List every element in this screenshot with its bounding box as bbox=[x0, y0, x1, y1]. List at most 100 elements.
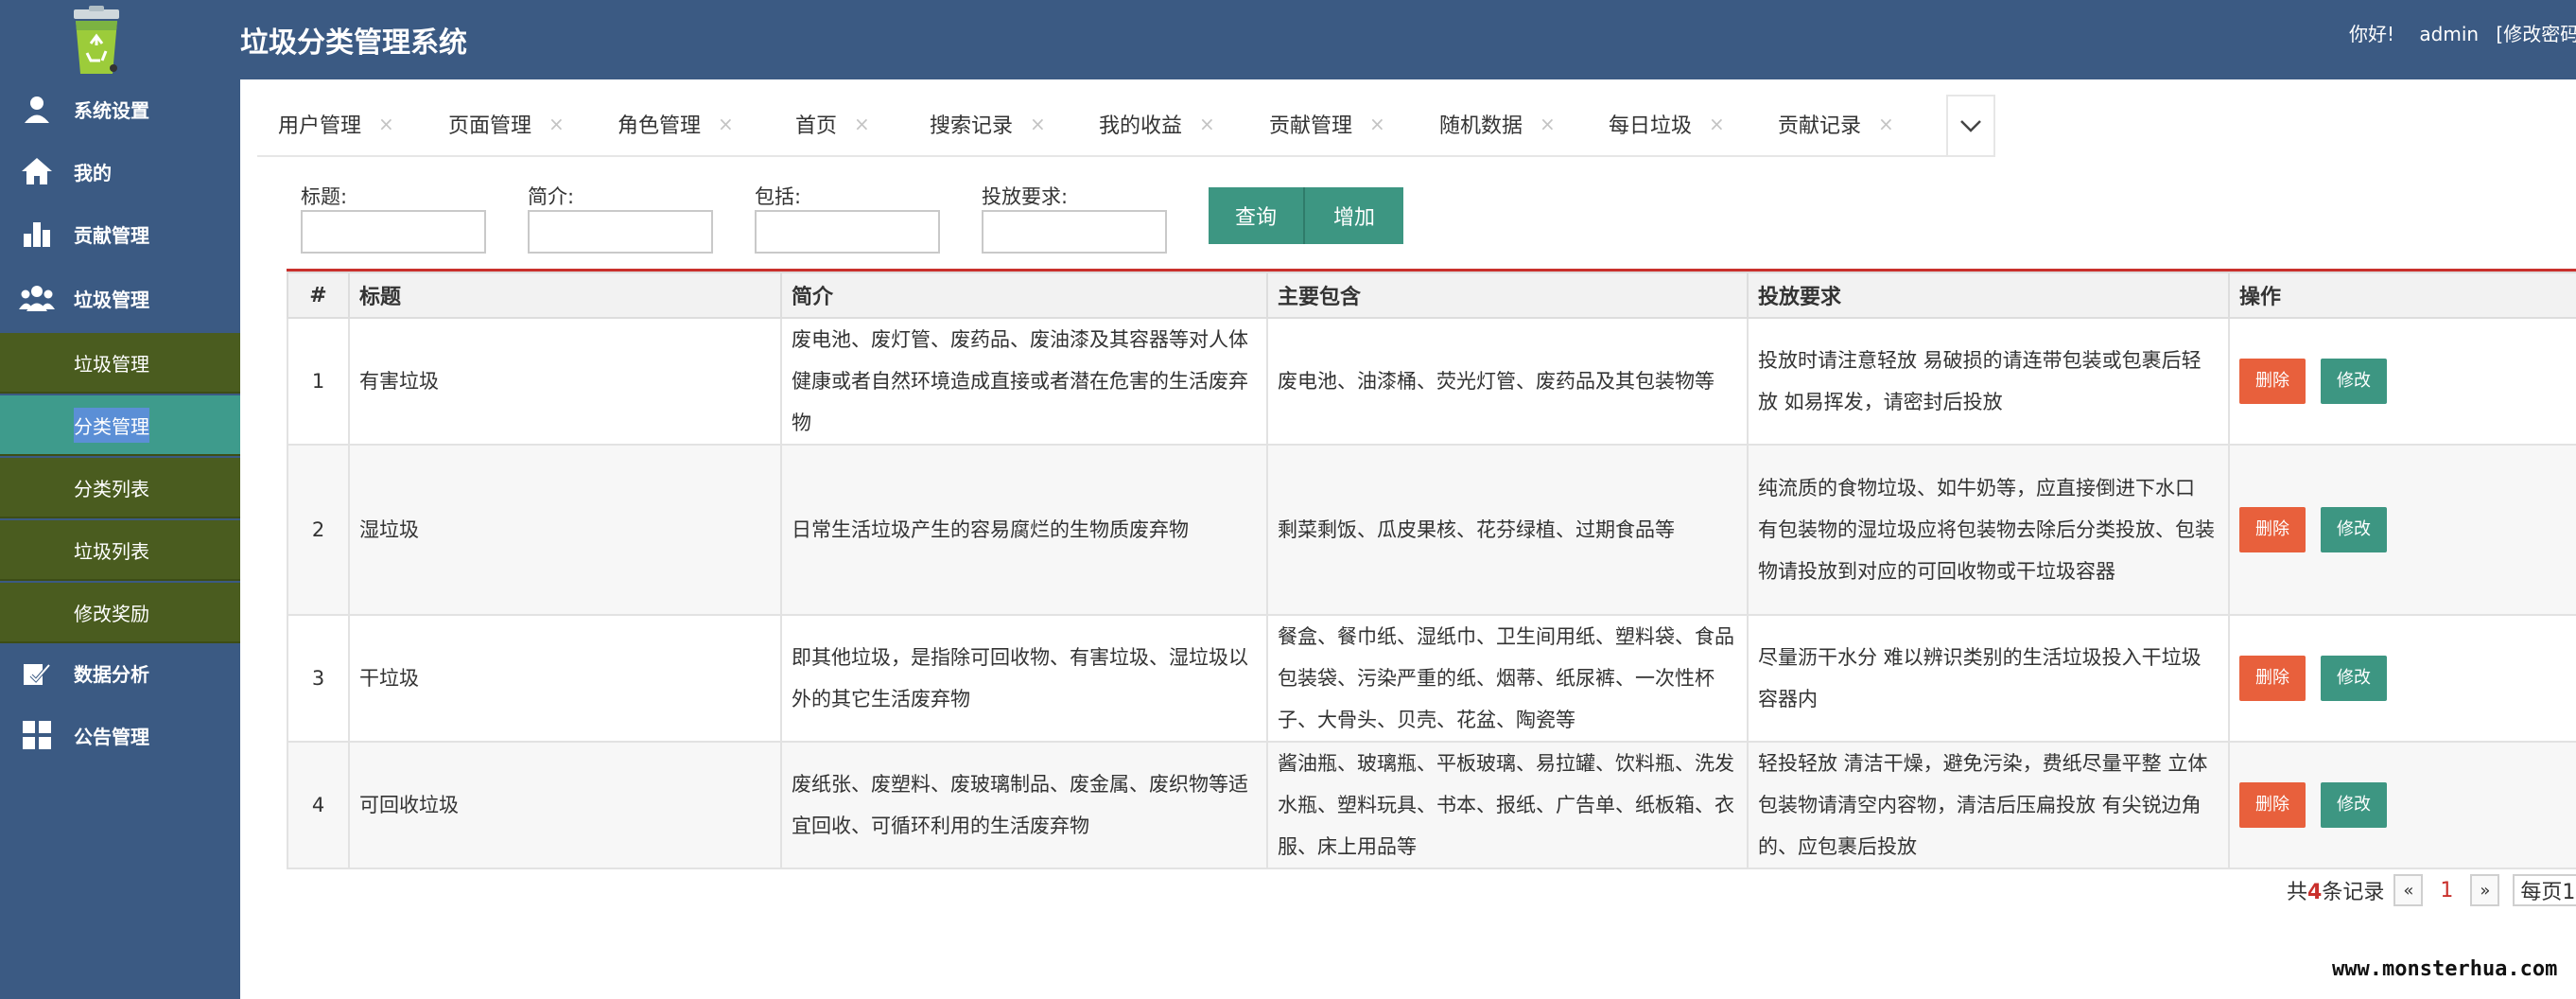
tab-random-data[interactable]: 随机数据 × bbox=[1439, 91, 1556, 157]
title-filter-input[interactable] bbox=[301, 210, 486, 254]
row-intro: 即其他垃圾，是指除可回收物、有害垃圾、湿垃圾以外的其它生活废弃物 bbox=[780, 614, 1268, 743]
sidebar-item-announcement[interactable]: 公告管理 bbox=[0, 704, 240, 766]
submenu-item-category-list[interactable]: 分类列表 bbox=[0, 458, 240, 518]
sidebar-item-mine[interactable]: 我的 bbox=[0, 140, 240, 202]
table-row: 3 干垃圾 即其他垃圾，是指除可回收物、有害垃圾、湿垃圾以外的其它生活废弃物 餐… bbox=[287, 614, 2576, 743]
tab-label: 随机数据 bbox=[1439, 114, 1523, 138]
tab-label: 用户管理 bbox=[278, 114, 362, 138]
tab-contribution-management[interactable]: 贡献管理 × bbox=[1269, 91, 1385, 157]
edit-button[interactable]: 修改 bbox=[2321, 782, 2387, 828]
watermark-text: www.monsterhua.com bbox=[2332, 957, 2558, 981]
tab-label: 首页 bbox=[795, 114, 838, 138]
close-icon[interactable]: × bbox=[1030, 113, 1046, 135]
row-contains: 餐盒、餐巾纸、湿纸巾、卫生间用纸、塑料袋、食品包装袋、污染严重的纸、烟蒂、纸尿裤… bbox=[1266, 614, 1749, 743]
bar-chart-icon bbox=[0, 219, 74, 249]
contains-filter-input[interactable] bbox=[755, 210, 940, 254]
close-icon[interactable]: × bbox=[1878, 113, 1894, 135]
sidebar-item-label: 数据分析 bbox=[74, 662, 149, 686]
tab-more-button[interactable] bbox=[1946, 95, 1995, 157]
row-actions: 删除 修改 bbox=[2228, 614, 2576, 743]
row-requirement: 尽量沥干水分 难以辨识类别的生活垃圾投入干垃圾容器内 bbox=[1747, 614, 2230, 743]
tab-label: 贡献管理 bbox=[1269, 114, 1353, 138]
row-intro: 废电池、废灯管、废药品、废油漆及其容器等对人体健康或者自然环境造成直接或者潜在危… bbox=[780, 317, 1268, 446]
row-title: 有害垃圾 bbox=[348, 317, 782, 446]
edit-button[interactable]: 修改 bbox=[2321, 359, 2387, 404]
analytics-icon bbox=[0, 657, 74, 689]
close-icon[interactable]: × bbox=[1540, 113, 1556, 135]
row-contains: 剩菜剩饭、瓜皮果核、花芬绿植、过期食品等 bbox=[1266, 444, 1749, 616]
close-icon[interactable]: × bbox=[548, 113, 565, 135]
category-table: # 标题 简介 主要包含 投放要求 操作 1 有害垃圾 废电池、废灯管、废药品、… bbox=[287, 269, 2576, 869]
close-icon[interactable]: × bbox=[854, 113, 870, 135]
close-icon[interactable]: × bbox=[718, 113, 734, 135]
requirement-filter-label: 投放要求: bbox=[982, 185, 1069, 208]
record-count: 共4条记录 bbox=[2287, 881, 2385, 904]
row-actions: 删除 修改 bbox=[2228, 444, 2576, 616]
chevron-down-icon bbox=[1960, 120, 1981, 132]
tab-contribution-records[interactable]: 贡献记录 × bbox=[1778, 91, 1894, 157]
row-contains: 酱油瓶、玻璃瓶、平板玻璃、易拉罐、饮料瓶、洗发水瓶、塑料玩具、书本、报纸、广告单… bbox=[1266, 741, 1749, 869]
sidebar-item-contribution[interactable]: 贡献管理 bbox=[0, 202, 240, 265]
search-button-group: 查询 增加 bbox=[1209, 187, 1403, 244]
tab-search-records[interactable]: 搜索记录 × bbox=[930, 91, 1046, 157]
sidebar-item-system-settings[interactable]: 系统设置 bbox=[0, 78, 240, 140]
sidebar-item-data-analysis[interactable]: 数据分析 bbox=[0, 641, 240, 704]
tab-daily-garbage[interactable]: 每日垃圾 × bbox=[1609, 91, 1725, 157]
title-filter-label: 标题: bbox=[301, 185, 348, 208]
table-row: 4 可回收垃圾 废纸张、废塑料、废玻璃制品、废金属、废织物等适宜回收、可循环利用… bbox=[287, 741, 2576, 869]
column-header: 简介 bbox=[780, 272, 1268, 319]
edit-button[interactable]: 修改 bbox=[2321, 656, 2387, 701]
sidebar-item-label: 我的 bbox=[74, 161, 112, 184]
close-icon[interactable]: × bbox=[1369, 113, 1385, 135]
group-icon bbox=[0, 284, 74, 312]
submenu-item-label: 垃圾列表 bbox=[74, 539, 149, 563]
tab-label: 搜索记录 bbox=[930, 114, 1014, 138]
prev-page-button[interactable]: « bbox=[2393, 874, 2424, 906]
submenu-item-garbage-list[interactable]: 垃圾列表 bbox=[0, 520, 240, 581]
delete-button[interactable]: 删除 bbox=[2239, 359, 2306, 404]
close-icon[interactable]: × bbox=[1709, 113, 1725, 135]
edit-button[interactable]: 修改 bbox=[2321, 507, 2387, 552]
grid-icon bbox=[0, 720, 74, 750]
user-icon bbox=[0, 94, 74, 124]
tab-role-management[interactable]: 角色管理 × bbox=[618, 91, 734, 157]
submenu-item-label: 分类管理 bbox=[74, 407, 149, 443]
submenu-item-category-management[interactable]: 分类管理 bbox=[0, 395, 240, 456]
delete-button[interactable]: 删除 bbox=[2239, 782, 2306, 828]
column-header: # bbox=[287, 272, 350, 319]
sidebar: 系统设置 我的 贡献管理 垃圾管理 垃圾管理 分类管理 分类列表 垃圾列表 修改… bbox=[0, 0, 240, 999]
sidebar-item-garbage[interactable]: 垃圾管理 bbox=[0, 267, 240, 329]
tab-my-earnings[interactable]: 我的收益 × bbox=[1099, 91, 1215, 157]
close-icon[interactable]: × bbox=[1199, 113, 1215, 135]
submenu-item-label: 分类列表 bbox=[74, 477, 149, 500]
delete-button[interactable]: 删除 bbox=[2239, 656, 2306, 701]
tab-page-management[interactable]: 页面管理 × bbox=[448, 91, 565, 157]
submenu-item-modify-reward[interactable]: 修改奖励 bbox=[0, 583, 240, 643]
close-icon[interactable]: × bbox=[378, 113, 394, 135]
row-title: 湿垃圾 bbox=[348, 444, 782, 616]
requirement-filter-input[interactable] bbox=[982, 210, 1167, 254]
tab-user-management[interactable]: 用户管理 × bbox=[278, 91, 394, 157]
table-row: 2 湿垃圾 日常生活垃圾产生的容易腐烂的生物质废弃物 剩菜剩饭、瓜皮果核、花芬绿… bbox=[287, 444, 2576, 616]
query-button[interactable]: 查询 bbox=[1209, 187, 1305, 244]
trash-can-logo-icon bbox=[61, 6, 132, 78]
change-password-link[interactable]: [修改密码 bbox=[2496, 23, 2576, 45]
row-number: 4 bbox=[287, 741, 350, 869]
column-header: 投放要求 bbox=[1747, 272, 2230, 319]
next-page-button[interactable]: » bbox=[2470, 874, 2500, 906]
submenu-item-garbage-management[interactable]: 垃圾管理 bbox=[0, 333, 240, 394]
sidebar-item-label: 贡献管理 bbox=[74, 223, 149, 247]
column-header: 主要包含 bbox=[1266, 272, 1749, 319]
add-button[interactable]: 增加 bbox=[1305, 187, 1403, 244]
per-page-select[interactable]: 每页10 bbox=[2513, 874, 2576, 906]
submenu-item-label: 修改奖励 bbox=[74, 602, 149, 625]
tab-home[interactable]: 首页 × bbox=[795, 91, 870, 157]
row-title: 干垃圾 bbox=[348, 614, 782, 743]
delete-button[interactable]: 删除 bbox=[2239, 507, 2306, 552]
intro-filter-input[interactable] bbox=[528, 210, 713, 254]
table-row: 1 有害垃圾 废电池、废灯管、废药品、废油漆及其容器等对人体健康或者自然环境造成… bbox=[287, 317, 2576, 446]
submenu-item-label: 垃圾管理 bbox=[74, 352, 149, 376]
tab-label: 每日垃圾 bbox=[1609, 114, 1693, 138]
current-page-number[interactable]: 1 bbox=[2440, 879, 2453, 903]
username-text: admin bbox=[2419, 23, 2480, 45]
